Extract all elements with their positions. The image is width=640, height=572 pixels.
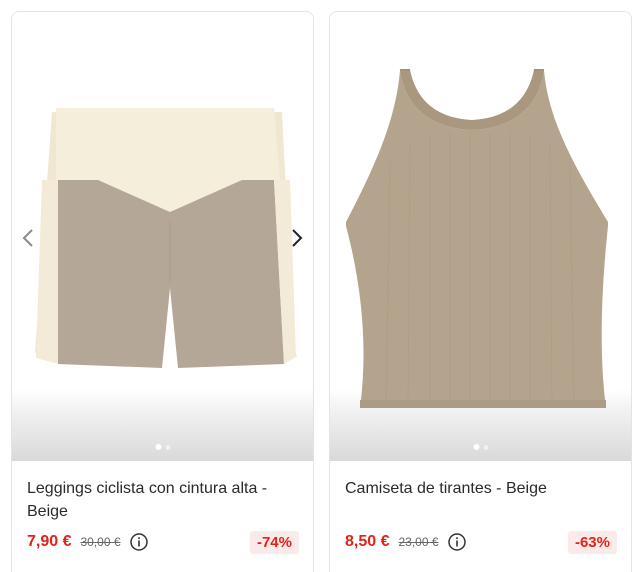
chevron-left-icon (22, 229, 33, 247)
product-image-carousel[interactable] (330, 12, 631, 461)
price-row: 8,50 € 23,00 € -63% (345, 529, 617, 555)
info-icon[interactable] (129, 533, 148, 551)
carousel-next-button[interactable] (286, 226, 308, 250)
tank-top-image (346, 69, 608, 409)
carousel-dot[interactable] (165, 444, 170, 450)
carousel-dots (155, 444, 170, 450)
product-image-carousel[interactable] (12, 12, 313, 461)
product-card[interactable]: Camiseta de tirantes - Beige 8,50 € 23,0… (329, 11, 632, 572)
carousel-prev-button[interactable] (17, 226, 39, 250)
info-icon[interactable] (447, 533, 466, 551)
original-price: 30,00 € (80, 535, 121, 549)
original-price: 23,00 € (398, 535, 439, 549)
sale-price: 7,90 € (27, 533, 72, 550)
product-title[interactable]: Camiseta de tirantes - Beige (345, 477, 613, 500)
discount-badge: -63% (567, 530, 617, 554)
sale-price: 8,50 € (345, 533, 390, 550)
chevron-right-icon (292, 229, 303, 247)
carousel-dot[interactable] (155, 444, 161, 450)
carousel-dot[interactable] (483, 444, 488, 450)
product-title[interactable]: Leggings ciclista con cintura alta - Bei… (27, 477, 295, 523)
discount-badge: -74% (249, 530, 299, 554)
product-card[interactable]: Leggings ciclista con cintura alta - Bei… (11, 11, 314, 572)
carousel-dot[interactable] (473, 444, 479, 450)
bike-shorts-image (35, 108, 297, 368)
carousel-dots (473, 444, 488, 450)
price-row: 7,90 € 30,00 € -74% (27, 529, 299, 555)
